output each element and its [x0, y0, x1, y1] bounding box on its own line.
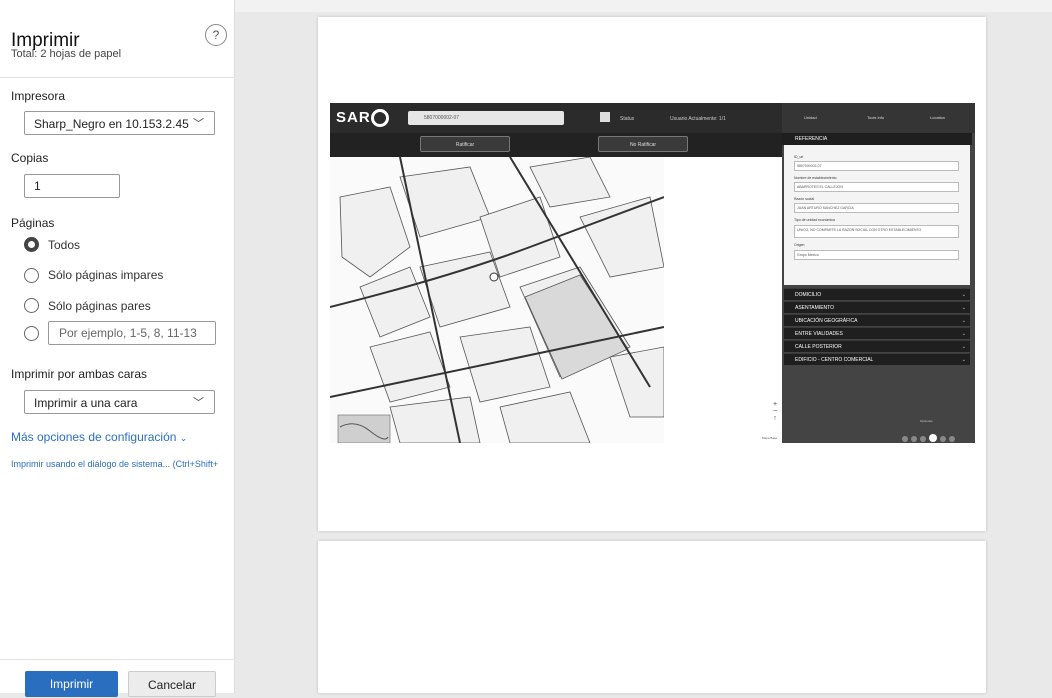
- divider: [0, 659, 234, 660]
- app-side-panel: Unidad Tools Info Location REFERENCIA ID…: [782, 103, 975, 443]
- action-icon: [920, 436, 926, 442]
- side-tab: Unidad: [804, 115, 817, 120]
- chevron-down-icon: ⌄: [961, 344, 966, 350]
- printer-select[interactable]: Sharp_Negro en 10.153.2.45 ﹀: [24, 111, 215, 135]
- pages-label: Páginas: [11, 216, 55, 230]
- preview-app-screenshot: SAR 5807000002-07 Status Usuario Actualm…: [329, 103, 975, 444]
- reference-form: ID_uri 5807000002-07 Nombre de estableci…: [784, 145, 970, 285]
- section-calle-posterior: CALLE POSTERIOR ⌄: [784, 340, 970, 352]
- street-map: [329, 156, 665, 444]
- form-field: 5807000002-07: [794, 161, 959, 171]
- radio-odd-pages-label: Sólo páginas impares: [48, 268, 164, 282]
- duplex-label: Imprimir por ambas caras: [11, 367, 148, 381]
- section-ubicacion: UBICACIÓN GEOGRÁFICA ⌄: [784, 314, 970, 326]
- form-label: ID_uri: [794, 155, 804, 159]
- section-label: EDIFICIO - CENTRO COMERCIAL: [795, 357, 874, 363]
- reference-header: REFERENCIA: [782, 133, 972, 145]
- form-label: Razón social: [794, 197, 815, 201]
- map: [329, 156, 665, 444]
- zoom-out-icon: −: [772, 408, 778, 415]
- radio-all-pages-label: Todos: [48, 238, 81, 252]
- radio-custom-range[interactable]: [24, 326, 39, 341]
- form-field: Grupo Mexico: [794, 250, 959, 260]
- chevron-down-icon: ⌄: [179, 433, 188, 443]
- section-label: UBICACIÓN GEOGRÁFICA: [795, 318, 858, 324]
- printer-value: Sharp_Negro en 10.153.2.45: [34, 117, 189, 131]
- app-search-field: 5807000002-07: [408, 111, 564, 125]
- app-logo: SAR: [336, 109, 371, 126]
- form-label: Origen: [794, 243, 805, 247]
- section-label: ENTRE VIALIDADES: [795, 331, 843, 337]
- duplex-select[interactable]: Imprimir a una cara ﹀: [24, 390, 215, 414]
- action-icon: [949, 436, 955, 442]
- preview-page-1: SAR 5807000002-07 Status Usuario Actualm…: [318, 17, 986, 531]
- cancel-button[interactable]: Cancelar: [128, 671, 216, 697]
- section-label: ASENTAMIENTO: [795, 305, 834, 311]
- chevron-down-icon: ⌄: [961, 292, 966, 298]
- action-icon: [911, 436, 917, 442]
- radio-even-pages[interactable]: [24, 298, 39, 313]
- system-dialog-link[interactable]: Imprimir usando el diálogo de sistema...…: [11, 459, 218, 469]
- toggle-label: Status: [620, 116, 635, 122]
- section-label: CALLE POSTERIOR: [795, 344, 842, 350]
- chevron-down-icon: ⌄: [961, 305, 966, 311]
- logo-mark-icon: [371, 109, 389, 127]
- radio-all-pages[interactable]: [24, 237, 39, 252]
- map-zoom-controls: + − ↑: [770, 401, 780, 425]
- action-icon: [902, 436, 908, 442]
- help-icon[interactable]: ?: [205, 24, 227, 46]
- form-field: ABARROTES EL CALLEJON: [794, 182, 959, 192]
- zoom-in-icon: +: [772, 401, 778, 408]
- page-range-input[interactable]: Por ejemplo, 1-5, 8, 11-13: [48, 321, 216, 345]
- chevron-down-icon: ⌄: [961, 318, 966, 324]
- printer-label: Impresora: [11, 89, 66, 103]
- ratify-button: Ratificar: [420, 136, 510, 152]
- preview-page-2: [318, 541, 986, 693]
- form-field: UNICO, NO COMPARTE LA RAZON SOCIAL CON O…: [794, 225, 959, 238]
- radio-odd-pages[interactable]: [24, 268, 39, 283]
- app-action-icons: [902, 429, 970, 442]
- print-button[interactable]: Imprimir: [25, 671, 118, 697]
- map-base-label: Mapa Base: [762, 436, 778, 440]
- section-edificio: EDIFICIO - CENTRO COMERCIAL ⌄: [784, 353, 970, 365]
- duplex-value: Imprimir a una cara: [34, 396, 138, 410]
- side-tab: Location: [930, 115, 946, 120]
- app-toolbar: Ratificar No Ratificar: [330, 133, 782, 157]
- action-icon: [929, 434, 937, 442]
- action-icon: [940, 436, 946, 442]
- form-field: JUAN ARTURO SANCHEZ GARCIA: [794, 203, 959, 213]
- form-label: Tipo de unidad económica: [794, 218, 835, 222]
- section-label: DOMICILIO: [795, 292, 822, 298]
- chevron-down-icon: ⌄: [961, 331, 966, 337]
- form-label: Nombre de establecimiento: [794, 176, 837, 180]
- chevron-down-icon: ﹀: [193, 118, 204, 130]
- more-options-link[interactable]: Más opciones de configuración ⌄: [11, 430, 187, 444]
- compass-icon: ↑: [773, 415, 777, 422]
- side-tab: Tools Info: [867, 115, 885, 120]
- no-ratify-button: No Ratificar: [598, 136, 688, 152]
- sheet-count: Total: 2 hojas de papel: [11, 48, 122, 60]
- chevron-down-icon: ⌄: [961, 357, 966, 363]
- side-tabs: Unidad Tools Info Location: [782, 103, 975, 133]
- section-asentamiento: ASENTAMIENTO ⌄: [784, 301, 970, 313]
- chevron-down-icon: ﹀: [193, 397, 204, 409]
- user-info: Usuario Actualmente: 1/1: [670, 116, 726, 122]
- divider: [0, 77, 234, 78]
- screen-icon: [600, 112, 610, 122]
- copies-label: Copias: [11, 151, 49, 165]
- section-vialidades: ENTRE VIALIDADES ⌄: [784, 327, 970, 339]
- print-settings-panel: Imprimir Total: 2 hojas de papel ? Impre…: [0, 0, 235, 697]
- radio-even-pages-label: Sólo páginas pares: [48, 299, 151, 313]
- copies-input[interactable]: 1: [24, 174, 120, 198]
- section-domicilio: DOMICILIO ⌄: [784, 288, 970, 300]
- more-options-label: Más opciones de configuración: [11, 430, 177, 444]
- tooltip: Opciones: [920, 419, 933, 423]
